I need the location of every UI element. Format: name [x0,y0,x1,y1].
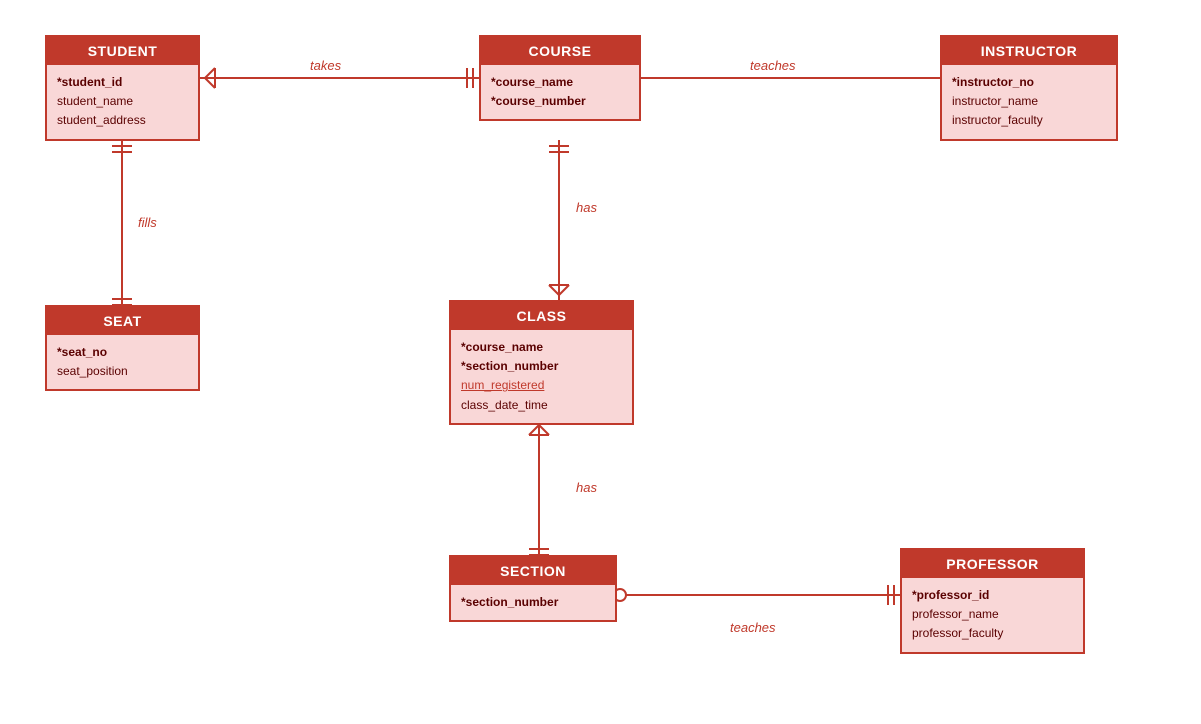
seat-field-1: *seat_no [57,343,188,362]
class-body: *course_name *section_number num_registe… [451,330,632,423]
diagram-container: takes teaches fills has has teaches STUD… [0,0,1201,724]
professor-title: PROFESSOR [902,550,1083,578]
class-field-2: *section_number [461,357,622,376]
professor-field-1: *professor_id [912,586,1073,605]
seat-body: *seat_no seat_position [47,335,198,389]
class-field-1: *course_name [461,338,622,357]
section-body: *section_number [451,585,615,620]
class-entity: CLASS *course_name *section_number num_r… [449,300,634,425]
instructor-body: *instructor_no instructor_name instructo… [942,65,1116,139]
student-entity: STUDENT *student_id student_name student… [45,35,200,141]
teaches-instructor-label: teaches [750,58,796,73]
student-field-3: student_address [57,111,188,130]
student-body: *student_id student_name student_address [47,65,198,139]
course-field-1: *course_name [491,73,629,92]
instructor-title: INSTRUCTOR [942,37,1116,65]
section-field-1: *section_number [461,593,605,612]
student-field-1: *student_id [57,73,188,92]
course-title: COURSE [481,37,639,65]
class-title: CLASS [451,302,632,330]
teaches-professor-label: teaches [730,620,776,635]
class-field-4: class_date_time [461,396,622,415]
course-entity: COURSE *course_name *course_number [479,35,641,121]
professor-field-2: professor_name [912,605,1073,624]
professor-field-3: professor_faculty [912,624,1073,643]
instructor-field-1: *instructor_no [952,73,1106,92]
has-class-section-label: has [576,480,597,495]
student-field-2: student_name [57,92,188,111]
course-body: *course_name *course_number [481,65,639,119]
takes-label: takes [310,58,341,73]
fills-label: fills [138,215,157,230]
course-field-2: *course_number [491,92,629,111]
professor-entity: PROFESSOR *professor_id professor_name p… [900,548,1085,654]
class-field-3: num_registered [461,376,622,395]
section-title: SECTION [451,557,615,585]
instructor-entity: INSTRUCTOR *instructor_no instructor_nam… [940,35,1118,141]
has-course-class-label: has [576,200,597,215]
section-entity: SECTION *section_number [449,555,617,622]
seat-entity: SEAT *seat_no seat_position [45,305,200,391]
seat-title: SEAT [47,307,198,335]
instructor-field-2: instructor_name [952,92,1106,111]
instructor-field-3: instructor_faculty [952,111,1106,130]
student-title: STUDENT [47,37,198,65]
professor-body: *professor_id professor_name professor_f… [902,578,1083,652]
seat-field-2: seat_position [57,362,188,381]
